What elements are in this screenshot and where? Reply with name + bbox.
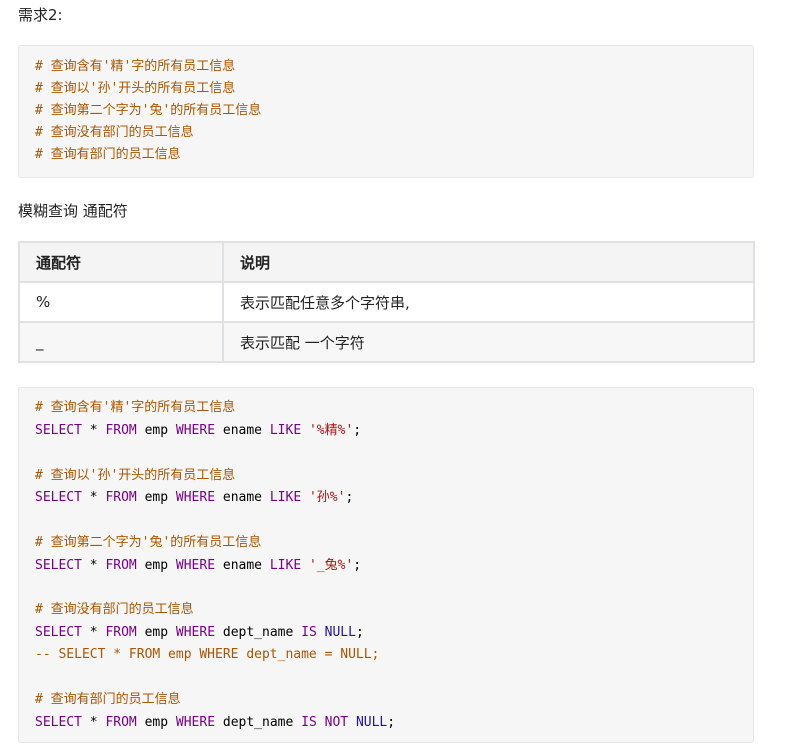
sql-string: '_兔%' (308, 558, 354, 573)
sql-line: SELECT * FROM emp WHERE ename LIKE '_兔%'… (35, 556, 361, 576)
code-comment-line: # 查询没有部门的员工信息 (35, 602, 194, 617)
sql-keyword: WHERE (175, 625, 216, 640)
sql-string: '孙%' (308, 490, 346, 505)
sql-text: emp (136, 625, 176, 640)
sql-keyword: SELECT (35, 558, 82, 573)
code-comment-line: # 查询以'孙'开头的所有员工信息 (35, 81, 236, 96)
table-cell: _ (18, 321, 224, 363)
sql-line: SELECT * FROM emp WHERE ename LIKE '%精%'… (35, 421, 361, 441)
wildcard-table: 通配符 说明 % 表示匹配任意多个字符串, _ 表示匹配 一个字符 (18, 241, 755, 363)
table-header-cell: 说明 (222, 241, 755, 283)
sql-keyword: IS (301, 625, 317, 640)
sql-keyword: FROM (105, 625, 137, 640)
code-comment-line: # 查询有部门的员工信息 (35, 692, 181, 707)
sql-text: emp (136, 558, 176, 573)
sql-keyword: LIKE (269, 490, 302, 505)
sql-keyword: FROM (105, 558, 137, 573)
sql-text: * (81, 715, 106, 730)
requirement-heading: 需求2: (18, 6, 63, 24)
sql-keyword: WHERE (175, 558, 216, 573)
requirements-code-block: # 查询含有'精'字的所有员工信息 # 查询以'孙'开头的所有员工信息 # 查询… (18, 45, 754, 178)
sql-text: dept_name (215, 625, 302, 640)
sql-text: ename (215, 558, 270, 573)
code-comment-line: # 查询含有'精'字的所有员工信息 (35, 400, 236, 415)
sql-line: SELECT * FROM emp WHERE ename LIKE '孙%'; (35, 488, 353, 508)
sql-text: ename (215, 423, 270, 438)
sql-keyword: NOT (324, 715, 349, 730)
sql-keyword: LIKE (269, 558, 302, 573)
sql-keyword: WHERE (175, 423, 216, 438)
code-comment-line: # 查询没有部门的员工信息 (35, 125, 194, 140)
code-comment-line: # 查询第二个字为'兔'的所有员工信息 (35, 103, 262, 118)
table-cell: 表示匹配任意多个字符串, (222, 281, 755, 323)
sql-line: SELECT * FROM emp WHERE dept_name IS NUL… (35, 623, 364, 643)
sql-text: emp (136, 423, 176, 438)
sql-text: ; (355, 625, 364, 640)
sql-text: * (81, 490, 106, 505)
sql-text: emp (136, 715, 176, 730)
sql-keyword: SELECT (35, 490, 82, 505)
sql-text: ; (387, 715, 396, 730)
sql-keyword: FROM (105, 423, 137, 438)
sql-keyword: SELECT (35, 625, 82, 640)
table-header-cell: 通配符 (18, 241, 224, 283)
sql-keyword: SELECT (35, 423, 82, 438)
sql-text: dept_name (215, 715, 302, 730)
sql-atom: NULL (355, 715, 388, 730)
sql-text: ename (215, 490, 270, 505)
sql-keyword: WHERE (175, 715, 216, 730)
sql-keyword: LIKE (269, 423, 302, 438)
sql-code-block: # 查询含有'精'字的所有员工信息 SELECT * FROM emp WHER… (18, 387, 754, 743)
table-cell: % (18, 281, 224, 323)
sql-text: * (81, 558, 106, 573)
sql-text: ; (353, 558, 362, 573)
sql-text: ; (353, 423, 362, 438)
code-comment-line: # 查询以'孙'开头的所有员工信息 (35, 468, 236, 483)
sql-text: * (81, 423, 106, 438)
table-header-row: 通配符 说明 (18, 241, 755, 283)
code-comment-line: # 查询含有'精'字的所有员工信息 (35, 59, 236, 74)
table-row: % 表示匹配任意多个字符串, (18, 281, 755, 323)
sql-line: SELECT * FROM emp WHERE dept_name IS NOT… (35, 713, 395, 733)
sql-keyword: IS (301, 715, 317, 730)
table-row: _ 表示匹配 一个字符 (18, 321, 755, 363)
sql-atom: NULL (324, 625, 356, 640)
sql-keyword: FROM (105, 490, 137, 505)
sql-keyword: SELECT (35, 715, 82, 730)
sql-string: '%精%' (308, 423, 354, 438)
code-comment-line: # 查询第二个字为'兔'的所有员工信息 (35, 535, 262, 550)
code-comment-line: -- SELECT * FROM emp WHERE dept_name = N… (35, 647, 380, 662)
sql-text: * (81, 625, 106, 640)
section-heading: 模糊查询 通配符 (18, 202, 128, 220)
code-comment-line: # 查询有部门的员工信息 (35, 147, 181, 162)
sql-text: ; (345, 490, 354, 505)
sql-keyword: WHERE (175, 490, 216, 505)
table-cell: 表示匹配 一个字符 (222, 321, 755, 363)
sql-text: emp (136, 490, 176, 505)
sql-keyword: FROM (105, 715, 137, 730)
